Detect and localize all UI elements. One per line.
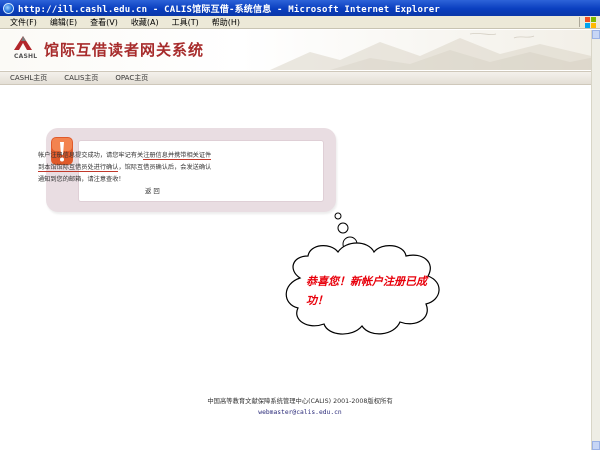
menu-edit[interactable]: 编辑(E) <box>50 17 77 28</box>
message-text: 帐户注册信息提交成功，请您牢记有关注册信息并携带相关证件 到本馆馆际互借员处进行… <box>38 150 278 186</box>
message-line-1-a: 帐户注册信息提交成功，请您牢记有关 <box>38 152 144 159</box>
landscape-decoration <box>270 33 600 70</box>
nav-link-cashl-home[interactable]: CASHL主页 <box>10 73 47 83</box>
message-line-1-c: 并携带相关证件 <box>167 152 212 160</box>
back-link[interactable]: 返 回 <box>145 186 160 195</box>
footer-email-link[interactable]: webmaster@calis.edu.cn <box>0 409 600 416</box>
footer-copyright: 中国高等教育文献保障系统管理中心(CALIS) 2001-2008版权所有 <box>207 398 393 405</box>
logo-caption: CASHL <box>14 53 38 60</box>
scroll-down-arrow-icon[interactable] <box>592 441 600 450</box>
menu-separator <box>579 17 580 27</box>
nav-link-opac-home[interactable]: OPAC主页 <box>115 73 148 83</box>
message-line-2-b: ，馆际互借员确认后，会发送确认 <box>118 164 212 171</box>
window-title: http://ill.cashl.edu.cn - CALIS馆际互借-系统信息… <box>18 4 440 15</box>
menu-help[interactable]: 帮助(H) <box>212 17 240 28</box>
nav-bar: CASHL主页 CALIS主页 OPAC主页 <box>0 71 600 85</box>
window-titlebar: http://ill.cashl.edu.cn - CALIS馆际互借-系统信息… <box>0 0 600 16</box>
message-line-1: 帐户注册信息提交成功，请您牢记有关注册信息并携带相关证件 <box>38 150 278 162</box>
windows-flag-icon <box>585 16 597 28</box>
message-line-1-b: 注册信息 <box>143 152 168 160</box>
logo-mark-icon <box>14 36 32 50</box>
vertical-scrollbar[interactable] <box>591 30 600 450</box>
menu-bar: 文件(F) 编辑(E) 查看(V) 收藏(A) 工具(T) 帮助(H) <box>0 16 600 29</box>
message-line-2-a: 到本馆馆际互借员处进行确认 <box>38 164 119 172</box>
menu-file[interactable]: 文件(F) <box>10 17 37 28</box>
cashl-logo[interactable]: CASHL <box>12 34 38 66</box>
scroll-up-arrow-icon[interactable] <box>592 30 600 39</box>
ie-logo-icon <box>3 2 14 14</box>
menu-tools[interactable]: 工具(T) <box>172 17 199 28</box>
menu-favorites[interactable]: 收藏(A) <box>131 17 159 28</box>
message-line-3: 通知到您的邮箱，请注意查收！ <box>38 176 125 183</box>
bubble-message: 恭喜您！新帐户注册已成功！ <box>306 275 427 307</box>
message-line-2: 到本馆馆际互借员处进行确认，馆际互借员确认后，会发送确认 <box>38 162 278 174</box>
nav-link-calis-home[interactable]: CALIS主页 <box>64 73 98 83</box>
menu-view[interactable]: 查看(V) <box>90 17 118 28</box>
site-title: 馆际互借读者网关系统 <box>44 41 205 59</box>
